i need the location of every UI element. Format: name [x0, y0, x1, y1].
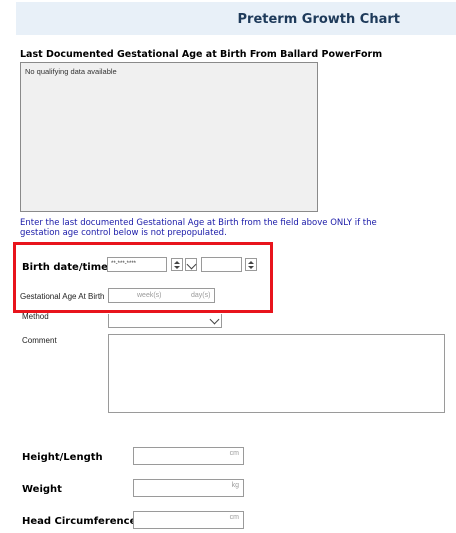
height-unit: cm [229, 450, 239, 457]
comment-textarea[interactable] [108, 334, 445, 413]
head-circumference-field[interactable]: cm [133, 511, 244, 529]
height-length-label: Height/Length [22, 452, 103, 463]
highlight-box [13, 242, 273, 313]
chevron-down-icon [209, 314, 220, 325]
comment-label: Comment [22, 336, 57, 345]
ballard-section-title: Last Documented Gestational Age at Birth… [20, 49, 383, 60]
ballard-data-listbox[interactable]: No qualifying data available [20, 62, 318, 212]
method-label: Method [22, 312, 49, 321]
no-data-message: No qualifying data available [25, 67, 117, 76]
height-length-field[interactable]: cm [133, 447, 244, 465]
page-title: Preterm Growth Chart [237, 12, 400, 27]
weight-unit: kg [231, 482, 239, 489]
instruction-text: Enter the last documented Gestational Ag… [20, 218, 377, 238]
method-dropdown[interactable] [108, 314, 222, 328]
weight-label: Weight [22, 484, 62, 495]
weight-field[interactable]: kg [133, 479, 244, 497]
head-circumference-unit: cm [229, 514, 239, 521]
header-banner: Preterm Growth Chart [16, 2, 456, 35]
head-circumference-label: Head Circumference [22, 516, 137, 527]
